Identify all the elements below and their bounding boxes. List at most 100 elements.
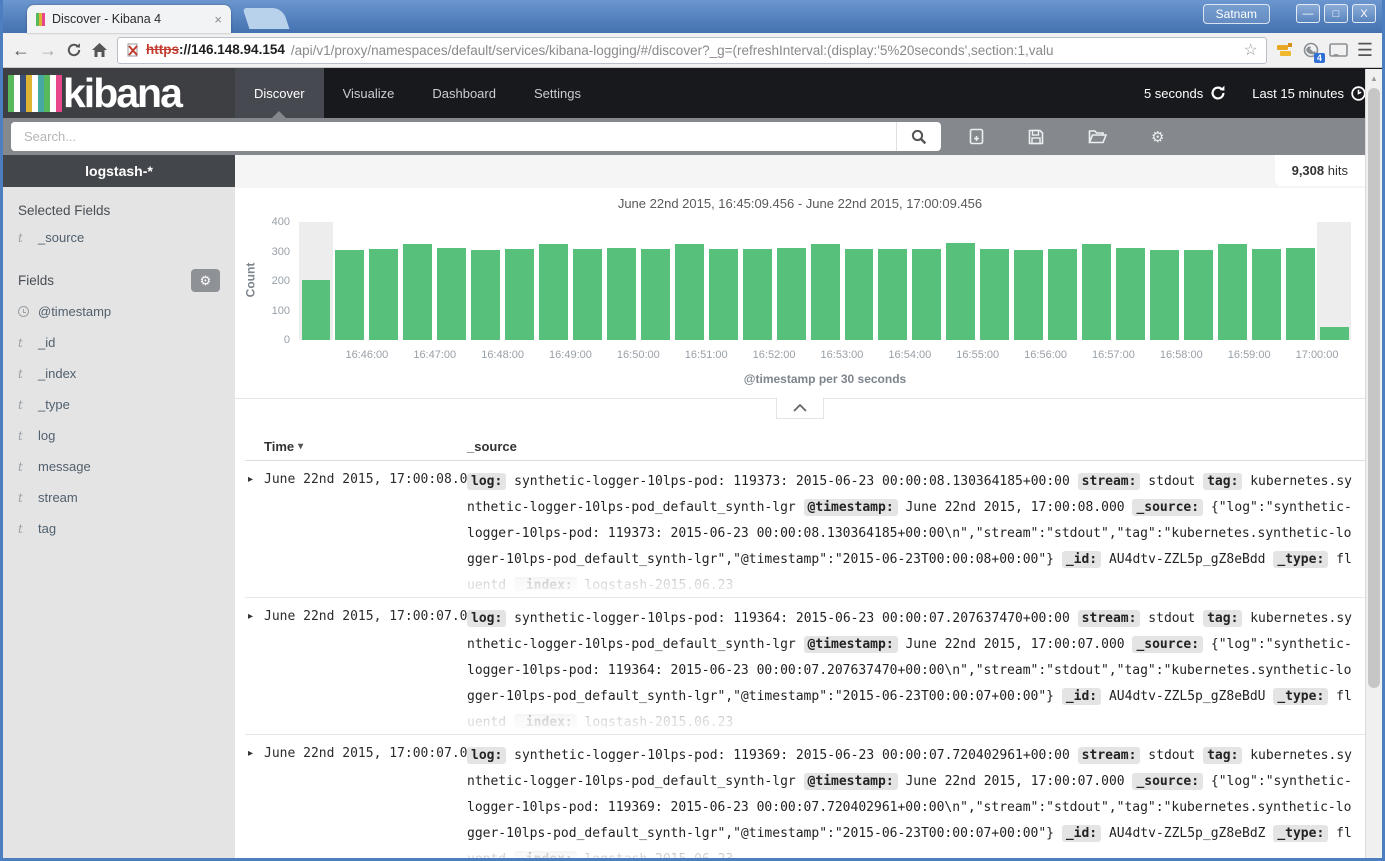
x-tick-label: 16:52:00 — [753, 349, 796, 361]
histogram-bar[interactable] — [401, 222, 435, 340]
histogram-bar[interactable] — [638, 222, 672, 340]
bar-rect — [1184, 250, 1213, 340]
new-tab-button[interactable] — [243, 8, 290, 29]
browser-tab[interactable]: Discover - Kibana 4 × — [27, 5, 231, 33]
page-scrollbar[interactable]: ▲ — [1365, 69, 1382, 858]
field-item-_id[interactable]: t_id — [3, 327, 235, 358]
hits-strip: 9,308 hits — [235, 155, 1365, 188]
histogram-bar[interactable] — [604, 222, 638, 340]
tab-dashboard[interactable]: Dashboard — [413, 68, 515, 118]
reload-icon[interactable] — [66, 42, 82, 58]
open-search-button[interactable] — [1088, 129, 1107, 144]
histogram-bar[interactable] — [1181, 222, 1215, 340]
table-row[interactable]: ▸June 22nd 2015, 17:00:07.000log: synthe… — [245, 735, 1365, 861]
histogram-bar[interactable] — [1249, 222, 1283, 340]
histogram-bar[interactable] — [1114, 222, 1148, 340]
chrome-profile-button[interactable]: Satnam — [1203, 4, 1270, 24]
scrollbar-thumb[interactable] — [1368, 88, 1380, 688]
expand-row-icon[interactable]: ▸ — [248, 748, 253, 759]
scrollbar-up-arrow[interactable]: ▲ — [1366, 69, 1382, 83]
histogram-bar[interactable] — [469, 222, 503, 340]
url-bar[interactable]: https://146.148.94.154 /api/v1/proxy/nam… — [117, 37, 1267, 64]
y-tick-label: 400 — [272, 216, 290, 228]
histogram-bar[interactable] — [1046, 222, 1080, 340]
window-minimize-button[interactable]: — — [1296, 4, 1320, 23]
bar-rect — [1082, 244, 1111, 340]
field-item-stream[interactable]: tstream — [3, 482, 235, 513]
refresh-interval-control[interactable]: 5 seconds — [1144, 85, 1226, 101]
field-badge: _source: — [1132, 773, 1203, 790]
histogram-bar[interactable] — [1317, 222, 1351, 340]
expand-row-icon[interactable]: ▸ — [248, 474, 253, 485]
hangouts-extension-icon[interactable]: 4 — [1302, 42, 1320, 59]
histogram-bar[interactable] — [1080, 222, 1114, 340]
histogram-bar[interactable] — [503, 222, 537, 340]
histogram-bar[interactable] — [978, 222, 1012, 340]
index-pattern-label[interactable]: logstash-* — [3, 155, 235, 187]
url-path: /api/v1/proxy/namespaces/default/service… — [291, 43, 1238, 58]
chrome-menu-icon[interactable]: ☰ — [1357, 40, 1373, 61]
histogram-bar[interactable] — [774, 222, 808, 340]
cast-extension-icon[interactable] — [1329, 43, 1348, 58]
time-column-header[interactable]: Time ▾ — [245, 439, 467, 454]
histogram-bar[interactable] — [333, 222, 367, 340]
search-input[interactable] — [11, 122, 896, 151]
kibana-logo[interactable]: kibana — [3, 68, 235, 118]
histogram-bar[interactable] — [299, 222, 333, 340]
field-item-_type[interactable]: t_type — [3, 389, 235, 420]
bar-rect — [1320, 327, 1349, 340]
histogram-bar[interactable] — [1012, 222, 1046, 340]
histogram-bar[interactable] — [944, 222, 978, 340]
tab-discover[interactable]: Discover — [235, 68, 324, 118]
histogram-bar[interactable] — [808, 222, 842, 340]
forward-icon[interactable]: → — [39, 41, 57, 59]
field-badge: _type: — [1273, 551, 1328, 568]
tab-visualize[interactable]: Visualize — [324, 68, 414, 118]
settings-gear-icon[interactable]: ⚙ — [1151, 128, 1164, 146]
new-search-button[interactable] — [969, 128, 984, 145]
window-close-button[interactable]: X — [1352, 4, 1376, 23]
table-row[interactable]: ▸June 22nd 2015, 17:00:08.000log: synthe… — [245, 461, 1365, 598]
field-item-log[interactable]: tlog — [3, 420, 235, 451]
back-icon[interactable]: ← — [12, 41, 30, 59]
histogram-bar[interactable] — [910, 222, 944, 340]
histogram-bar[interactable] — [876, 222, 910, 340]
fields-settings-gear-icon[interactable]: ⚙ — [191, 269, 220, 292]
field-item-@timestamp[interactable]: @timestamp — [3, 296, 235, 327]
field-item-_index[interactable]: t_index — [3, 358, 235, 389]
histogram-bar[interactable] — [435, 222, 469, 340]
tab-settings[interactable]: Settings — [515, 68, 600, 118]
search-submit-button[interactable] — [896, 122, 941, 151]
histogram-bar[interactable] — [842, 222, 876, 340]
field-item-message[interactable]: tmessage — [3, 451, 235, 482]
field-item-tag[interactable]: ttag — [3, 513, 235, 544]
histogram-bar[interactable] — [1147, 222, 1181, 340]
page-insecure-icon[interactable] — [126, 43, 140, 58]
bookmark-star-icon[interactable]: ☆ — [1244, 40, 1258, 60]
window-maximize-button[interactable]: □ — [1324, 4, 1348, 23]
x-tick-label: 16:51:00 — [685, 349, 728, 361]
home-icon[interactable] — [91, 42, 108, 58]
histogram-bar[interactable] — [537, 222, 571, 340]
document-table: Time ▾ _source ▸June 22nd 2015, 17:00:08… — [235, 432, 1365, 861]
save-search-button[interactable] — [1028, 129, 1044, 145]
histogram-bar[interactable] — [571, 222, 605, 340]
tab-close-icon[interactable]: × — [214, 12, 222, 27]
field-badge: log: — [467, 610, 506, 627]
histogram-bar[interactable] — [706, 222, 740, 340]
field-item-_source[interactable]: t_source — [3, 222, 235, 253]
notes-extension-icon[interactable] — [1276, 42, 1293, 58]
x-axis-label: @timestamp per 30 seconds — [235, 372, 1365, 386]
doc-table-body: ▸June 22nd 2015, 17:00:08.000log: synthe… — [245, 461, 1365, 861]
table-row[interactable]: ▸June 22nd 2015, 17:00:07.000log: synthe… — [245, 598, 1365, 735]
time-range-label: Last 15 minutes — [1252, 86, 1344, 101]
collapse-chart-button[interactable] — [776, 398, 824, 419]
histogram-bar[interactable] — [740, 222, 774, 340]
histogram-bar[interactable] — [672, 222, 706, 340]
histogram-bar[interactable] — [1283, 222, 1317, 340]
time-range-control[interactable]: Last 15 minutes — [1252, 86, 1366, 101]
chart-title: June 22nd 2015, 16:45:09.456 - June 22nd… — [235, 196, 1365, 211]
expand-row-icon[interactable]: ▸ — [248, 611, 253, 622]
histogram-bar[interactable] — [367, 222, 401, 340]
histogram-bar[interactable] — [1215, 222, 1249, 340]
